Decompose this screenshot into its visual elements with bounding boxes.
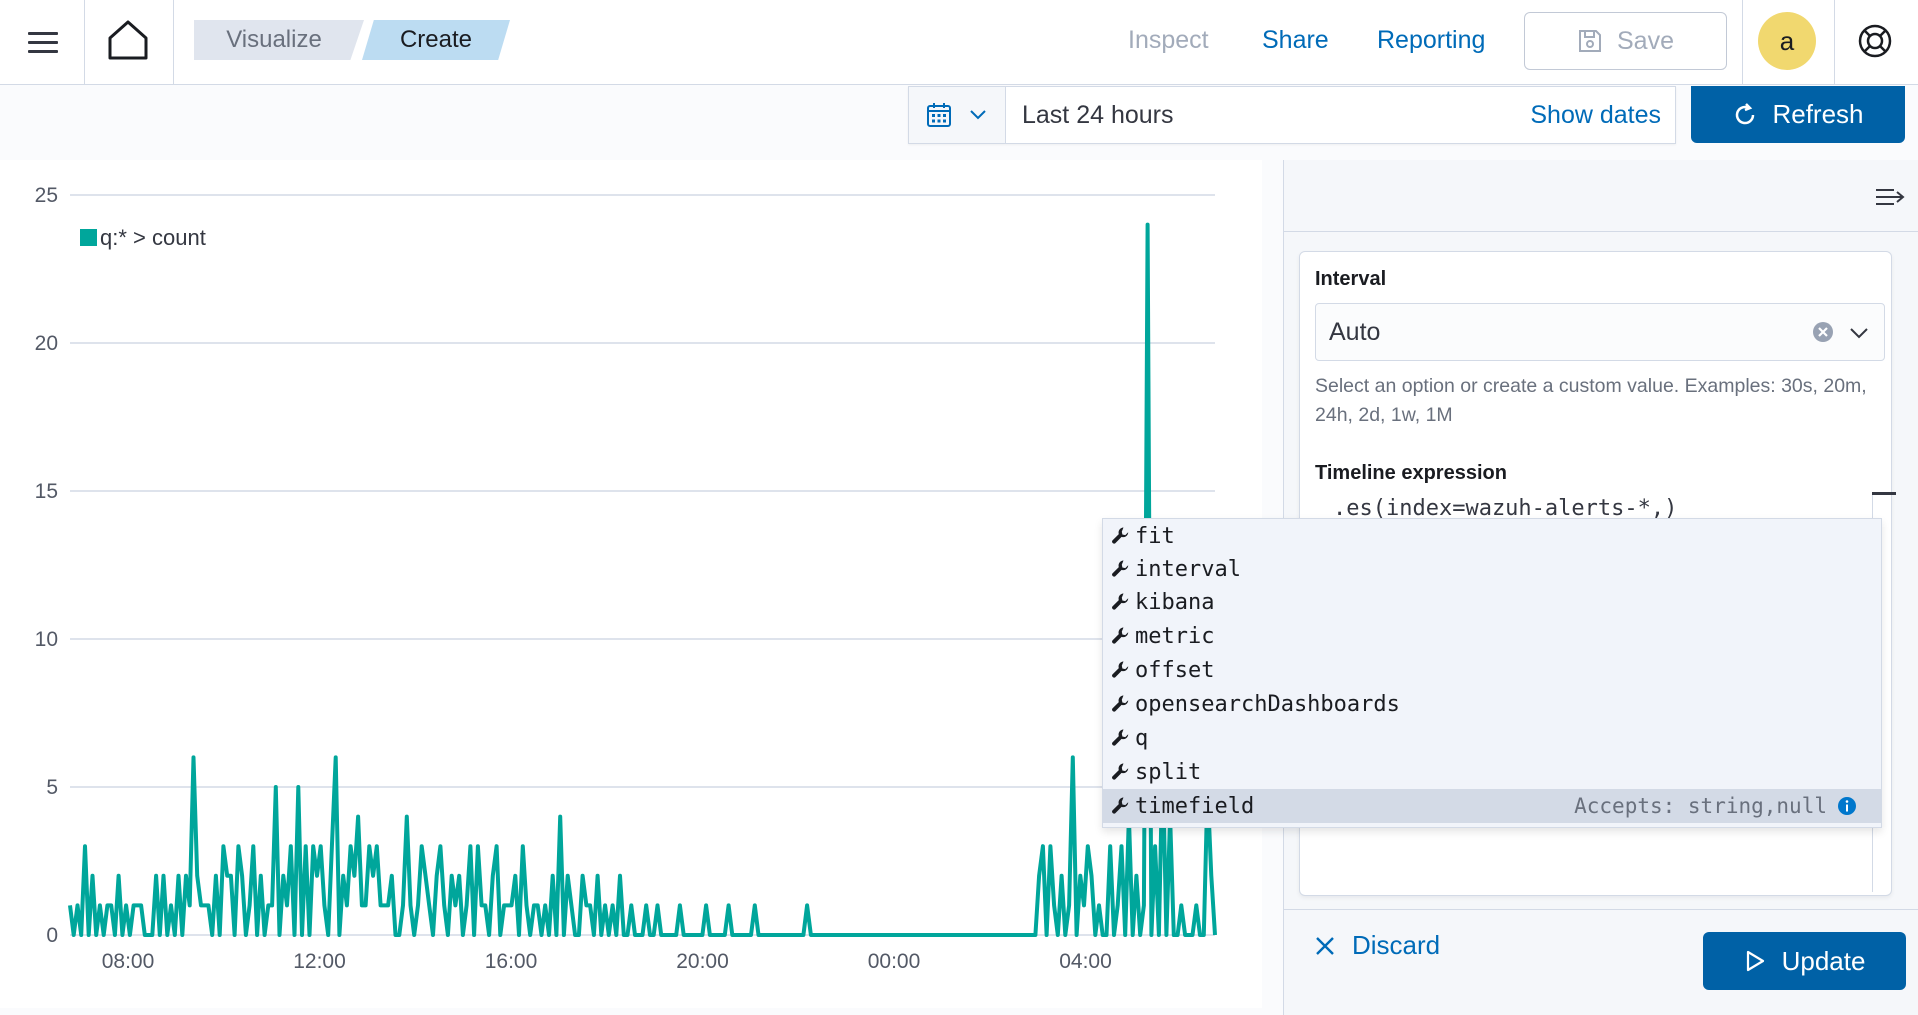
discard-button[interactable]: Discard: [1314, 930, 1440, 961]
suggestion-name: timefield: [1135, 793, 1255, 819]
chevron-down-icon[interactable]: [1849, 327, 1869, 339]
divider: [1284, 909, 1918, 910]
suggestion-name: offset: [1135, 657, 1215, 683]
refresh-button[interactable]: Refresh: [1691, 86, 1905, 143]
suggestion-item-split[interactable]: split: [1103, 755, 1881, 789]
suggestions-dropdown: fit interval kibana metric offset opense…: [1102, 518, 1882, 828]
close-icon: [1316, 936, 1334, 955]
suggestion-item-opensearchdashboards[interactable]: opensearchDashboards: [1103, 687, 1881, 721]
discard-label: Discard: [1352, 930, 1441, 960]
y-tick-label: 15: [35, 480, 58, 503]
interval-value: Auto: [1329, 318, 1381, 346]
suggestion-name: opensearchDashboards: [1135, 691, 1400, 717]
suggestion-item-timefield[interactable]: timefield Accepts: string,null: [1103, 789, 1881, 823]
y-tick-label: 10: [35, 628, 58, 651]
home-icon[interactable]: [104, 16, 152, 64]
top-nav-bar: Visualize Create Inspect Share Reporting…: [0, 0, 1918, 85]
wrench-icon: [1112, 593, 1129, 610]
nav-divider: [173, 0, 174, 84]
suggestion-name: metric: [1135, 623, 1215, 649]
nav-divider: [1742, 0, 1743, 84]
x-tick-label: 04:00: [1059, 950, 1112, 973]
divider: [1284, 231, 1918, 232]
x-tick-label: 00:00: [868, 950, 921, 973]
timeline-chart[interactable]: 0 5 10 15 20 25 08:00 12:00 16:00 20:00 00:00 04:0…: [0, 160, 1262, 1008]
suggestion-accepts-hint: Accepts: string,null: [1574, 794, 1827, 818]
nav-divider: [1834, 0, 1835, 84]
suggestion-item-offset[interactable]: offset: [1103, 653, 1881, 687]
y-tick-label: 5: [46, 776, 58, 799]
calendar-icon: [927, 103, 951, 127]
suggestion-item-metric[interactable]: metric: [1103, 619, 1881, 653]
interval-select[interactable]: Auto: [1315, 303, 1885, 361]
menu-icon[interactable]: [18, 20, 66, 64]
wrench-icon: [1112, 763, 1129, 780]
breadcrumb-visualize[interactable]: Visualize: [194, 20, 364, 60]
update-label: Update: [1781, 945, 1866, 976]
time-range-label[interactable]: Last 24 hours: [1022, 87, 1174, 143]
x-tick-label: 16:00: [485, 950, 538, 973]
share-link[interactable]: Share: [1262, 22, 1329, 58]
series-line: [68, 222, 1217, 937]
clear-icon[interactable]: [1812, 321, 1834, 343]
play-icon: [1746, 950, 1764, 972]
wrench-icon: [1112, 527, 1129, 544]
refresh-label: Refresh: [1772, 99, 1864, 129]
help-icon[interactable]: [1856, 22, 1894, 60]
wrench-icon: [1112, 729, 1129, 746]
y-tick-label: 25: [35, 184, 58, 207]
interval-label: Interval: [1315, 268, 1387, 290]
reporting-link[interactable]: Reporting: [1377, 22, 1485, 58]
chevron-down-icon: [970, 110, 986, 120]
wrench-icon: [1112, 695, 1129, 712]
y-tick-label: 20: [35, 332, 58, 355]
suggestion-item-q[interactable]: q: [1103, 721, 1881, 755]
info-icon[interactable]: [1837, 796, 1857, 816]
x-tick-label: 20:00: [676, 950, 729, 973]
suggestion-item-kibana[interactable]: kibana: [1103, 585, 1881, 619]
legend-swatch: [80, 229, 97, 246]
interval-help-text: Select an option or create a custom valu…: [1315, 375, 1867, 426]
suggestion-name: interval: [1135, 556, 1241, 582]
breadcrumb-create: Create: [362, 20, 510, 60]
wrench-icon: [1112, 797, 1129, 814]
save-button[interactable]: Save: [1524, 12, 1727, 70]
save-label: Save: [1617, 26, 1674, 55]
suggestion-name: split: [1135, 759, 1202, 785]
suggestion-name: q: [1135, 725, 1149, 751]
show-dates-link[interactable]: Show dates: [1530, 87, 1661, 143]
update-button[interactable]: Update: [1703, 932, 1906, 990]
refresh-icon: [1736, 102, 1755, 124]
wrench-icon: [1112, 560, 1129, 577]
suggestion-name: kibana: [1135, 589, 1215, 615]
scrollbar-thumb[interactable]: [1872, 492, 1896, 495]
inspect-link[interactable]: Inspect: [1128, 22, 1209, 58]
save-icon: [1579, 30, 1601, 52]
avatar[interactable]: a: [1758, 12, 1816, 70]
x-tick-label: 12:00: [293, 950, 346, 973]
y-tick-label: 0: [46, 924, 58, 947]
wrench-icon: [1112, 627, 1129, 644]
x-tick-label: 08:00: [102, 950, 155, 973]
suggestion-item-interval[interactable]: interval: [1103, 552, 1881, 586]
nav-divider: [84, 0, 85, 84]
time-picker: Last 24 hours Show dates: [908, 86, 1676, 144]
legend-label[interactable]: q:* > count: [100, 225, 206, 250]
quick-select-button[interactable]: [909, 87, 1006, 143]
wrench-icon: [1112, 661, 1129, 678]
suggestion-name: fit: [1135, 523, 1175, 549]
chart-panel: 0 5 10 15 20 25 08:00 12:00 16:00 20:00 00:00 04:0…: [0, 160, 1262, 1008]
suggestion-item-fit[interactable]: fit: [1103, 519, 1881, 553]
timeline-expression-label: Timeline expression: [1315, 462, 1507, 484]
collapse-icon[interactable]: [1872, 180, 1908, 212]
